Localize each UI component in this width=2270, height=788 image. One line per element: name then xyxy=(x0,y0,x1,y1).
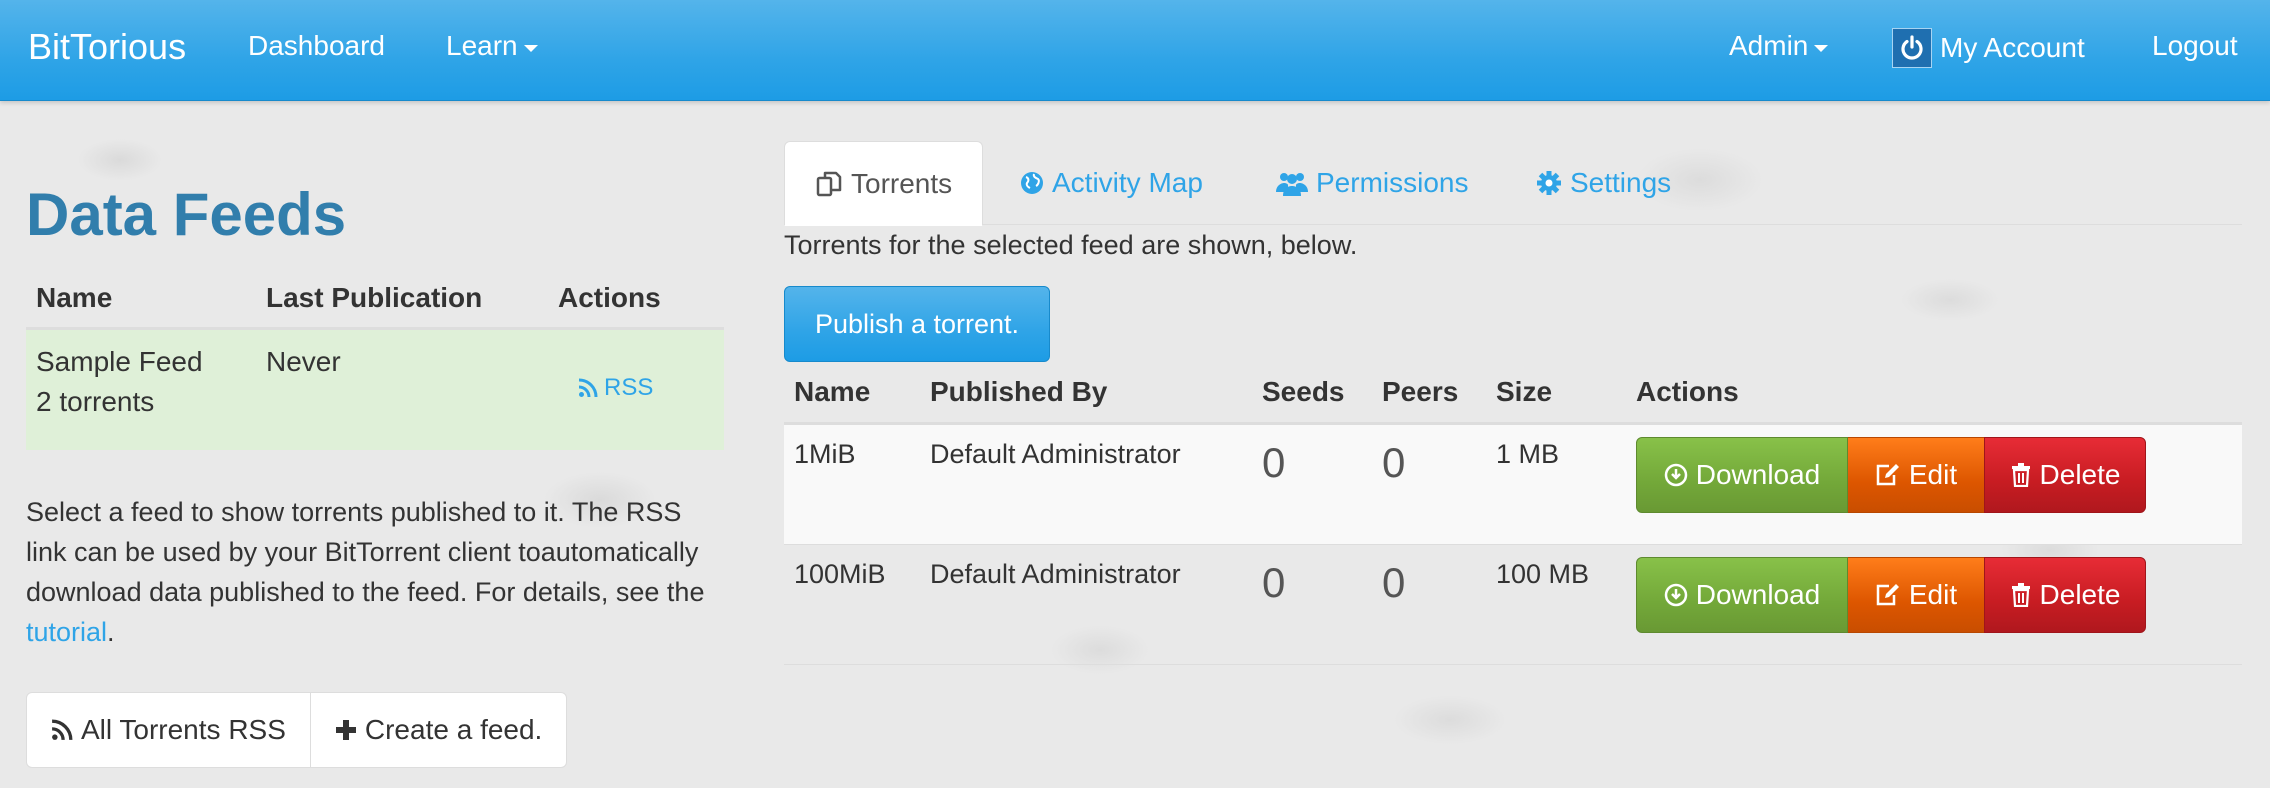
page-title: Data Feeds xyxy=(26,181,347,248)
tab-permissions-label: Permissions xyxy=(1316,167,1469,198)
all-torrents-rss-label: All Torrents RSS xyxy=(81,714,286,745)
edit-icon xyxy=(1876,584,1899,606)
feed-rss-link[interactable]: RSS xyxy=(578,374,653,402)
plus-icon xyxy=(335,720,356,740)
feeds-table: Name Last Publication Actions Sample Fee… xyxy=(26,272,724,450)
nav-learn-label: Learn xyxy=(446,30,518,61)
edit-button[interactable]: Edit xyxy=(1848,437,1984,513)
torrent-actions: Download Edit Delete xyxy=(1636,437,2146,513)
feed-name: Sample Feed xyxy=(36,346,203,377)
nav-my-account-label: My Account xyxy=(1940,32,2085,63)
table-row: 100MiB Default Administrator 0 0 100 MB … xyxy=(784,545,2242,665)
tab-activity-map[interactable]: Activity Map xyxy=(1020,141,1203,225)
nav-dashboard[interactable]: Dashboard xyxy=(248,30,385,62)
nav-logout[interactable]: Logout xyxy=(2152,30,2238,62)
all-torrents-rss-button[interactable]: All Torrents RSS xyxy=(26,692,311,768)
nav-dashboard-label: Dashboard xyxy=(248,30,385,61)
nav-admin-label: Admin xyxy=(1729,30,1809,61)
tab-torrents[interactable]: Torrents xyxy=(784,141,984,226)
torrent-actions: Download Edit Delete xyxy=(1636,557,2146,633)
nav-my-account[interactable]: My Account xyxy=(1892,28,2085,68)
publish-torrent-button[interactable]: Publish a torrent. xyxy=(784,286,1050,362)
nav-admin-dropdown[interactable]: Admin xyxy=(1729,30,1829,62)
download-label: Download xyxy=(1695,579,1821,610)
feeds-table-header: Name Last Publication Actions xyxy=(26,272,724,330)
feed-rss-label: RSS xyxy=(604,374,654,401)
nav-logout-label: Logout xyxy=(2152,30,2238,61)
edit-button[interactable]: Edit xyxy=(1848,557,1984,633)
delete-label: Delete xyxy=(2039,459,2121,490)
tab-torrents-label: Torrents xyxy=(851,167,953,199)
create-feed-label: Create a feed. xyxy=(364,714,543,745)
help-text-end: . xyxy=(107,617,115,647)
brand-link[interactable]: BitTorious xyxy=(28,26,186,68)
torrents-col-published-by: Published By xyxy=(930,376,1108,407)
nav-learn-dropdown[interactable]: Learn xyxy=(446,30,538,62)
edit-label: Edit xyxy=(1908,459,1958,490)
help-text-body: Select a feed to show torrents published… xyxy=(26,497,705,607)
torrent-seeds: 0 xyxy=(1262,439,1286,486)
caret-down-icon xyxy=(523,44,538,52)
delete-button[interactable]: Delete xyxy=(1984,437,2146,513)
tab-settings-label: Settings xyxy=(1570,167,1672,198)
download-circle-icon xyxy=(1664,463,1687,487)
caret-down-icon xyxy=(1814,44,1829,52)
tab-settings[interactable]: Settings xyxy=(1536,141,1671,225)
torrent-seeds: 0 xyxy=(1262,559,1286,606)
feed-tabs: Torrents Activity Map Permissions Settin… xyxy=(784,141,2242,226)
create-feed-button[interactable]: Create a feed. xyxy=(309,692,568,768)
power-icon xyxy=(1892,28,1932,68)
feed-name-cell: Sample Feed 2 torrents xyxy=(36,342,203,422)
trash-icon xyxy=(2011,583,2030,607)
torrent-published-by: Default Administrator xyxy=(930,439,1181,469)
download-circle-icon xyxy=(1664,583,1687,607)
copy-icon xyxy=(816,171,842,196)
tab-permissions[interactable]: Permissions xyxy=(1276,141,1468,225)
torrent-size: 100 MB xyxy=(1496,559,1590,589)
download-label: Download xyxy=(1695,459,1821,490)
top-navbar: BitTorious Dashboard Learn Admin My Acco… xyxy=(0,0,2270,101)
globe-icon xyxy=(1021,172,1043,194)
download-button[interactable]: Download xyxy=(1636,437,1848,513)
torrents-col-seeds: Seeds xyxy=(1262,376,1345,407)
torrents-col-name: Name xyxy=(794,376,871,407)
torrents-col-actions: Actions xyxy=(1636,376,1739,407)
delete-label: Delete xyxy=(2039,579,2121,610)
users-icon xyxy=(1276,173,1308,196)
feed-row-selected[interactable]: Sample Feed 2 torrents Never RSS xyxy=(26,330,724,450)
torrent-name: 100MiB xyxy=(794,559,886,589)
feed-actions-group: All Torrents RSS Create a feed. xyxy=(26,692,568,768)
feed-torrent-count: 2 torrents xyxy=(36,386,155,417)
torrent-peers: 0 xyxy=(1382,559,1406,606)
edit-icon xyxy=(1876,464,1899,486)
torrents-col-peers: Peers xyxy=(1382,376,1459,407)
torrents-description: Torrents for the selected feed are shown… xyxy=(784,230,1358,260)
torrents-table: Name Published By Seeds Peers Size Actio… xyxy=(784,370,2242,665)
tab-activity-map-label: Activity Map xyxy=(1052,167,1203,198)
feeds-col-last-publication: Last Publication xyxy=(266,282,483,313)
help-text: Select a feed to show torrents published… xyxy=(26,492,726,652)
delete-button[interactable]: Delete xyxy=(1984,557,2146,633)
torrent-published-by: Default Administrator xyxy=(930,559,1181,589)
edit-label: Edit xyxy=(1908,579,1958,610)
tutorial-link[interactable]: tutorial xyxy=(26,617,107,647)
rss-icon xyxy=(51,719,73,741)
gear-icon xyxy=(1537,171,1561,195)
feeds-col-name: Name xyxy=(36,282,113,313)
torrent-name: 1MiB xyxy=(794,439,856,469)
table-row: 1MiB Default Administrator 0 0 1 MB Down… xyxy=(784,425,2242,545)
feed-last-publication: Never xyxy=(266,346,341,377)
download-button[interactable]: Download xyxy=(1636,557,1848,633)
torrent-peers: 0 xyxy=(1382,439,1406,486)
torrent-size: 1 MB xyxy=(1496,439,1560,469)
torrents-col-size: Size xyxy=(1496,376,1553,407)
trash-icon xyxy=(2011,463,2030,487)
torrents-table-header: Name Published By Seeds Peers Size Actio… xyxy=(784,370,2242,425)
feeds-col-actions: Actions xyxy=(558,282,661,313)
rss-icon xyxy=(578,378,598,398)
